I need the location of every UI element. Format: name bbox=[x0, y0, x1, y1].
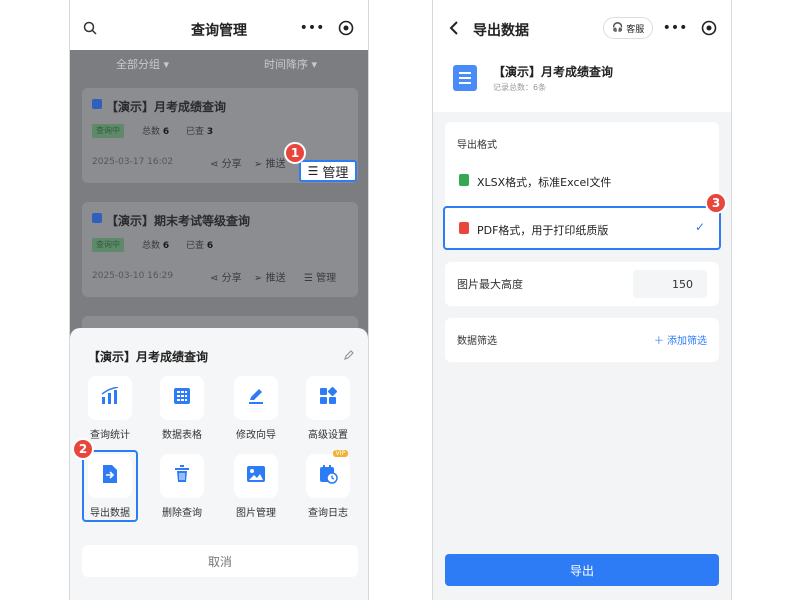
sheet-title: 【演示】月考成绩查询 bbox=[88, 350, 209, 364]
manage-button[interactable]: ☰ 管理 bbox=[304, 269, 336, 284]
image-height-label: 图片最大高度 bbox=[457, 278, 523, 291]
query-card[interactable]: 【演示】期末考试等级查询 查询中 总数 6 已查 6 2025-03-10 16… bbox=[82, 202, 358, 297]
send-icon: ➢ bbox=[254, 273, 263, 284]
grid-item-query-stats[interactable]: 查询统计 bbox=[80, 376, 140, 441]
card-title: 【演示】期末考试等级查询 bbox=[106, 214, 251, 228]
more-icon[interactable]: ••• bbox=[663, 20, 688, 36]
nav-bar: 导出数据 🎧 客服 ••• bbox=[433, 8, 731, 50]
grid-item-advanced-settings[interactable]: 高级设置 bbox=[298, 376, 358, 441]
dimmed-list-area: 全部分组 ▾ 时间降序 ▾ 【演示】月考成绩查询 查询中 总数 6 已查 3 2… bbox=[70, 50, 368, 356]
menu-icon: ☰ bbox=[304, 273, 313, 284]
data-filter-row: 数据筛选 ＋ 添加筛选 bbox=[445, 318, 719, 362]
page-title: 导出数据 bbox=[473, 23, 529, 39]
manage-button-highlighted[interactable]: ☰ 管理 bbox=[299, 160, 357, 182]
cancel-button[interactable]: 取消 bbox=[82, 545, 358, 577]
target-icon[interactable] bbox=[701, 20, 717, 36]
status-bar bbox=[433, 0, 731, 8]
menu-icon: ☰ bbox=[307, 164, 319, 178]
push-button[interactable]: ➢ 推送 bbox=[254, 155, 286, 170]
export-data-highlight bbox=[82, 450, 138, 522]
customer-service-button[interactable]: 🎧 客服 bbox=[603, 17, 654, 39]
queried-count: 已查 6 bbox=[186, 241, 214, 251]
status-badge: 查询中 bbox=[92, 238, 124, 252]
query-header: 【演示】月考成绩查询 记录总数：6条 bbox=[433, 50, 731, 112]
send-icon: ➢ bbox=[254, 159, 263, 170]
headset-icon: 🎧 bbox=[612, 23, 624, 33]
status-badge: 查询中 bbox=[92, 124, 124, 138]
grid-icon bbox=[319, 386, 338, 409]
grid-item-data-table[interactable]: 数据表格 bbox=[152, 376, 212, 441]
share-icon: ⋖ bbox=[210, 159, 219, 170]
checkbox[interactable] bbox=[92, 213, 102, 223]
export-format-label: 导出格式 bbox=[457, 140, 497, 151]
share-button[interactable]: ⋖ 分享 bbox=[210, 269, 242, 284]
card-title: 【演示】月考成绩查询 bbox=[106, 100, 227, 114]
grid-item-edit-wizard[interactable]: 修改向导 bbox=[226, 376, 286, 441]
pdf-file-icon bbox=[459, 222, 469, 234]
back-icon[interactable] bbox=[447, 20, 461, 36]
excel-file-icon bbox=[459, 174, 469, 186]
trash-icon bbox=[174, 465, 190, 487]
step-marker-1: 1 bbox=[284, 142, 306, 164]
grid-item-delete-query[interactable]: 删除查询 bbox=[152, 454, 212, 519]
grid-item-query-log[interactable]: VIP 查询日志 bbox=[298, 450, 358, 519]
share-icon: ⋖ bbox=[210, 273, 219, 284]
record-count: 总数 6 bbox=[142, 241, 170, 251]
format-option-xlsx[interactable]: XLSX格式，标准Excel文件 bbox=[445, 160, 719, 202]
image-icon bbox=[246, 465, 266, 487]
push-button[interactable]: ➢ 推送 bbox=[254, 269, 286, 284]
target-icon[interactable] bbox=[338, 20, 354, 36]
check-icon: ✓ bbox=[694, 220, 705, 234]
left-phone-screen: 查询管理 ••• 全部分组 ▾ 时间降序 ▾ 【演示】月考成绩查询 查询中 总数… bbox=[69, 0, 369, 600]
nav-bar: 查询管理 ••• bbox=[70, 8, 368, 50]
log-icon bbox=[318, 464, 338, 488]
record-count: 总数 6 bbox=[142, 127, 170, 137]
queried-count: 已查 3 bbox=[186, 127, 214, 137]
chart-icon bbox=[100, 386, 120, 409]
right-phone-screen: 导出数据 🎧 客服 ••• 【演示】月考成绩查询 记录总数：6条 导出格式 XLS… bbox=[432, 0, 732, 600]
share-button[interactable]: ⋖ 分享 bbox=[210, 155, 242, 170]
sort-filter[interactable]: 时间降序 ▾ bbox=[264, 56, 317, 72]
calculator-icon bbox=[173, 387, 191, 409]
card-date: 2025-03-10 16:29 bbox=[92, 271, 174, 281]
group-filter[interactable]: 全部分组 ▾ bbox=[116, 56, 169, 72]
status-bar bbox=[70, 0, 368, 8]
step-marker-2: 2 bbox=[72, 438, 94, 460]
query-title: 【演示】月考成绩查询 bbox=[493, 65, 614, 79]
export-button[interactable]: 导出 bbox=[445, 554, 719, 586]
image-height-row: 图片最大高度 150 bbox=[445, 262, 719, 306]
image-height-input[interactable]: 150 bbox=[633, 270, 707, 298]
format-option-pdf[interactable]: PDF格式，用于打印纸质版 ✓ bbox=[443, 206, 721, 250]
action-sheet: 【演示】月考成绩查询 查询统计 数据表格 修改向导 高级设置 导出数据 删除查询… bbox=[70, 328, 368, 600]
more-icon[interactable]: ••• bbox=[300, 20, 325, 36]
pen-icon bbox=[246, 386, 266, 410]
step-marker-3: 3 bbox=[705, 192, 727, 214]
data-filter-label: 数据筛选 bbox=[457, 336, 497, 347]
export-format-panel: 导出格式 XLSX格式，标准Excel文件 PDF格式，用于打印纸质版 ✓ bbox=[443, 122, 721, 250]
checkbox[interactable] bbox=[92, 99, 102, 109]
edit-icon[interactable] bbox=[342, 348, 356, 362]
add-filter-button[interactable]: ＋ 添加筛选 bbox=[654, 332, 707, 347]
record-total: 记录总数：6条 bbox=[493, 83, 547, 92]
card-date: 2025-03-17 16:02 bbox=[92, 157, 174, 167]
document-icon bbox=[453, 65, 477, 91]
grid-item-image-manage[interactable]: 图片管理 bbox=[226, 454, 286, 519]
filter-bar: 全部分组 ▾ 时间降序 ▾ bbox=[70, 50, 368, 78]
vip-badge: VIP bbox=[332, 450, 348, 457]
